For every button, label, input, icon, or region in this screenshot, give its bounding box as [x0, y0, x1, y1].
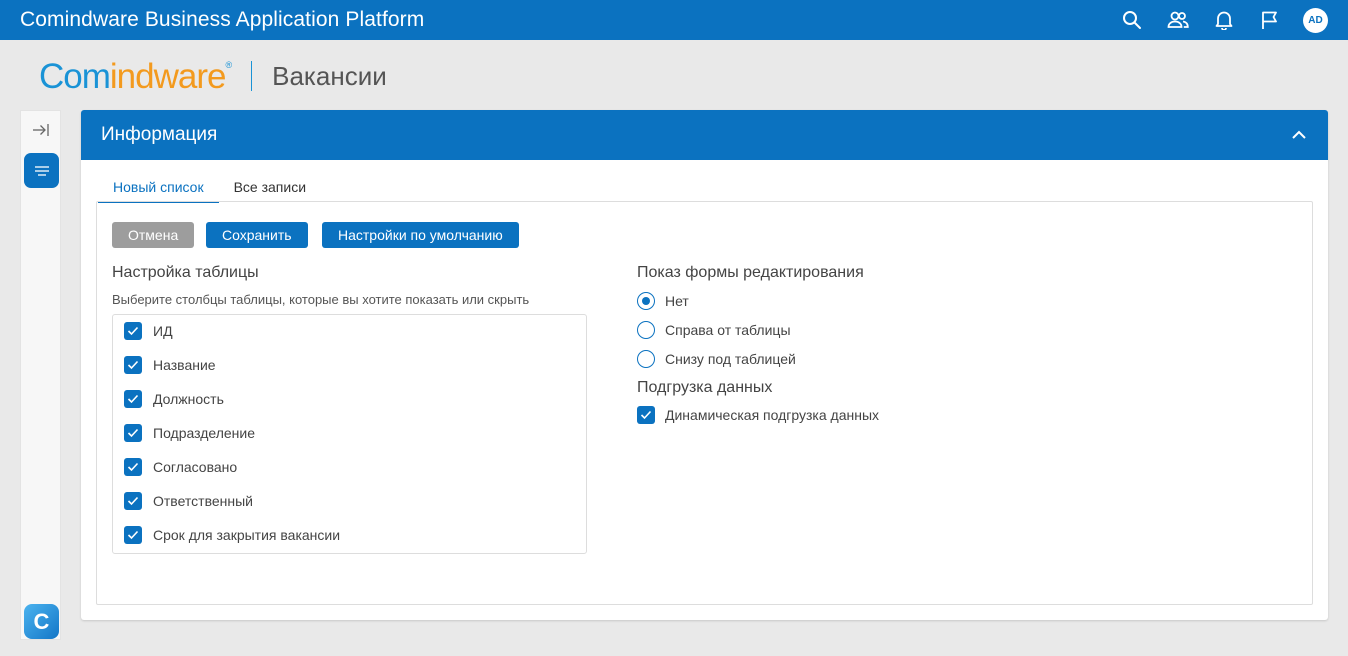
checkbox-checked-icon[interactable] — [637, 406, 655, 424]
column-label: ИД — [153, 323, 173, 339]
user-avatar[interactable]: AD — [1303, 7, 1328, 33]
info-panel: Информация Новый список Все записи Отмен… — [81, 110, 1328, 620]
table-settings-title: Настройка таблицы — [112, 264, 259, 281]
panel-header: Информация — [81, 110, 1328, 160]
radio-edit-right[interactable]: Справа от таблицы — [637, 320, 791, 340]
column-label: Название — [153, 357, 216, 373]
column-list: ИД Название Должность Подразделение Согл… — [112, 314, 587, 554]
checkbox-checked-icon[interactable] — [124, 458, 142, 476]
panel-title: Информация — [101, 124, 218, 145]
bell-icon[interactable] — [1201, 0, 1247, 40]
flag-icon[interactable] — [1247, 0, 1293, 40]
column-checkbox-department[interactable]: Подразделение — [124, 423, 255, 443]
radio-label: Нет — [665, 293, 689, 309]
column-label: Должность — [153, 391, 224, 407]
brand-header: Comindware® Вакансии — [39, 56, 387, 96]
brand-divider — [251, 61, 253, 91]
tabs: Новый список Все записи — [98, 176, 321, 203]
dynamic-loading-checkbox[interactable]: Динамическая подгрузка данных — [637, 405, 879, 425]
radio-label: Справа от таблицы — [665, 322, 791, 338]
column-checkbox-approved[interactable]: Согласовано — [124, 457, 237, 477]
dynamic-loading-label: Динамическая подгрузка данных — [665, 407, 880, 423]
left-rail: C — [20, 110, 61, 640]
checkbox-checked-icon[interactable] — [124, 356, 142, 374]
column-label: Согласовано — [153, 459, 238, 475]
checkbox-checked-icon[interactable] — [124, 390, 142, 408]
search-icon[interactable] — [1109, 0, 1155, 40]
radio-edit-bottom[interactable]: Снизу под таблицей — [637, 349, 796, 369]
page-title: Вакансии — [272, 60, 387, 91]
radio-unselected-icon[interactable] — [637, 350, 655, 368]
column-checkbox-position[interactable]: Должность — [124, 389, 224, 409]
radio-unselected-icon[interactable] — [637, 321, 655, 339]
data-loading-title: Подгрузка данных — [637, 379, 773, 396]
checkbox-checked-icon[interactable] — [124, 424, 142, 442]
chevron-up-icon[interactable] — [1290, 126, 1308, 144]
table-settings-hint: Выберите столбцы таблицы, которые вы хот… — [112, 292, 530, 307]
comindware-c-icon[interactable]: C — [24, 604, 59, 639]
comindware-logo[interactable]: Comindware® — [39, 59, 232, 94]
checkbox-checked-icon[interactable] — [124, 526, 142, 544]
tab-all-records[interactable]: Все записи — [219, 176, 321, 203]
save-button[interactable]: Сохранить — [206, 222, 308, 248]
column-label: Срок для закрытия вакансии — [153, 527, 341, 543]
tab-new-list[interactable]: Новый список — [98, 176, 219, 203]
radio-edit-none[interactable]: Нет — [637, 291, 689, 311]
topbar-icons: AD — [1109, 0, 1328, 40]
expand-sidebar-icon[interactable] — [31, 121, 51, 139]
edit-form-title: Показ формы редактирования — [637, 264, 864, 281]
menu-icon[interactable] — [24, 153, 59, 188]
app-title: Comindware Business Application Platform — [20, 8, 425, 31]
defaults-button[interactable]: Настройки по умолчанию — [322, 222, 519, 248]
column-label: Подразделение — [153, 425, 256, 441]
cancel-button[interactable]: Отмена — [112, 222, 195, 248]
column-checkbox-name[interactable]: Название — [124, 355, 216, 375]
column-checkbox-responsible[interactable]: Ответственный — [124, 491, 253, 511]
radio-selected-icon[interactable] — [637, 292, 655, 310]
tab-content: Отмена Сохранить Настройки по умолчанию … — [96, 201, 1313, 605]
users-icon[interactable] — [1155, 0, 1201, 40]
radio-label: Снизу под таблицей — [665, 351, 796, 367]
top-bar: Comindware Business Application Platform… — [0, 0, 1348, 40]
column-checkbox-id[interactable]: ИД — [124, 321, 173, 341]
column-label: Ответственный — [153, 493, 253, 509]
column-checkbox-deadline[interactable]: Срок для закрытия вакансии — [124, 525, 340, 545]
checkbox-checked-icon[interactable] — [124, 492, 142, 510]
checkbox-checked-icon[interactable] — [124, 322, 142, 340]
